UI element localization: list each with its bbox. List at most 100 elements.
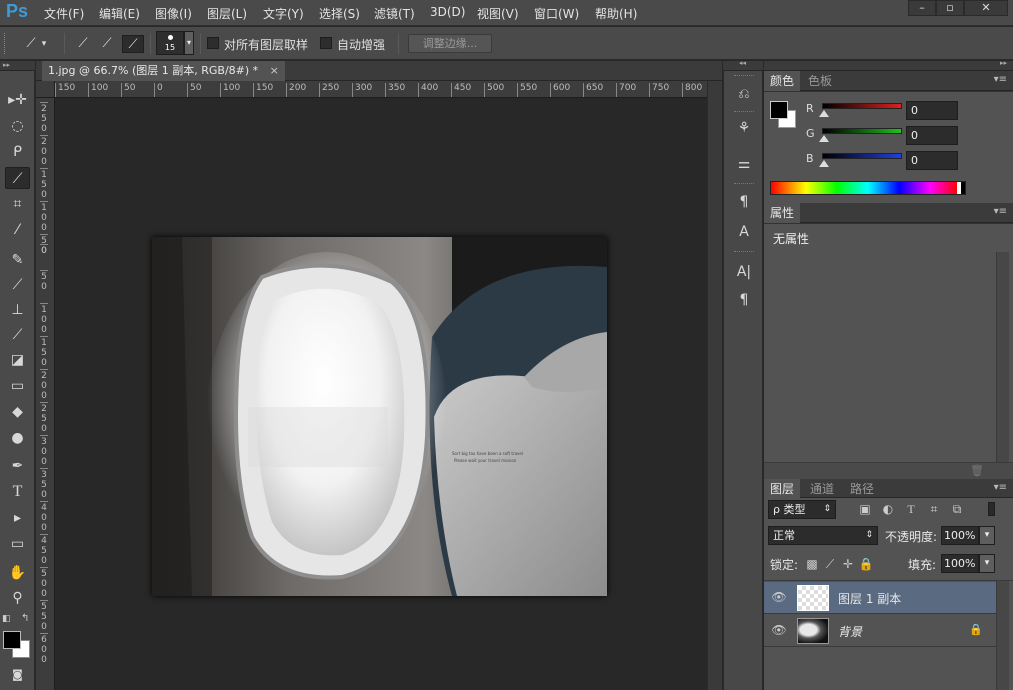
ruler-origin[interactable]: [36, 81, 55, 98]
dodge-tool-icon[interactable]: ●: [5, 427, 30, 449]
menu-filter[interactable]: 滤镜(T): [374, 5, 415, 22]
tab-layers[interactable]: 图层: [764, 479, 801, 498]
character-panel-icon[interactable]: A|: [732, 261, 756, 283]
red-slider-thumb[interactable]: [819, 110, 829, 117]
green-slider-thumb[interactable]: [819, 135, 829, 142]
add-to-selection-brush-icon[interactable]: ⟋: [96, 35, 118, 53]
default-colors-icon[interactable]: ◧: [2, 614, 11, 624]
fill-field[interactable]: 100%: [941, 554, 979, 573]
auto-enhance-checkbox[interactable]: [320, 37, 332, 49]
refine-edge-button[interactable]: 调整边缘...: [408, 34, 492, 53]
lock-position-icon[interactable]: ✛: [840, 556, 856, 572]
properties-panel-menu-icon[interactable]: ▾≡: [994, 206, 1007, 217]
marquee-tool-icon[interactable]: ◌: [5, 115, 30, 137]
swap-colors-icon[interactable]: ↰: [21, 613, 29, 624]
brush-picker[interactable]: 15: [156, 31, 184, 55]
foreground-color-swatch[interactable]: [3, 631, 21, 649]
eyedropper-tool-icon[interactable]: ⁄: [5, 219, 30, 241]
menu-file[interactable]: 文件(F): [44, 5, 84, 22]
layer-visibility-eye-icon[interactable]: 👁: [771, 623, 787, 639]
opacity-field[interactable]: 100%: [941, 526, 979, 545]
layer-visibility-eye-icon[interactable]: 👁: [771, 590, 787, 606]
layer-name[interactable]: 背景: [838, 623, 862, 640]
layers-panel-menu-icon[interactable]: ▾≡: [994, 482, 1007, 493]
document-tab[interactable]: 1.jpg @ 66.7% (图层 1 副本, RGB/8#) * ×: [42, 61, 285, 81]
dock-collapse-bar[interactable]: ◂◂: [723, 59, 763, 71]
pixel-layer-filter-icon[interactable]: ▣: [857, 501, 873, 517]
tab-paths[interactable]: 路径: [844, 479, 880, 498]
adjustments-panel-icon[interactable]: ⚌: [732, 153, 756, 175]
lock-all-icon[interactable]: 🔒: [858, 556, 874, 572]
smart-object-filter-icon[interactable]: ⧉: [949, 501, 965, 517]
menu-select[interactable]: 选择(S): [319, 5, 360, 22]
color-foreground-swatch[interactable]: [770, 101, 788, 119]
gradient-tool-icon[interactable]: ▭: [5, 375, 30, 397]
blue-slider[interactable]: [822, 153, 902, 159]
tab-channels[interactable]: 通道: [804, 479, 840, 498]
layer-row[interactable]: 👁 背景 🔒: [764, 615, 996, 647]
character-styles-panel-icon[interactable]: A: [732, 221, 756, 243]
path-selection-tool-icon[interactable]: ▸: [5, 507, 30, 529]
paragraph-styles-panel-icon[interactable]: ¶: [732, 191, 756, 213]
history-brush-tool-icon[interactable]: ⟋: [5, 324, 30, 346]
lock-image-pixels-icon[interactable]: ⟋: [822, 556, 838, 572]
lock-transparent-pixels-icon[interactable]: ▩: [804, 556, 820, 572]
close-document-icon[interactable]: ×: [270, 64, 279, 77]
fill-dropdown-icon[interactable]: ▾: [979, 554, 995, 573]
history-panel-icon[interactable]: ⎌: [732, 83, 756, 105]
close-button[interactable]: ✕: [964, 0, 1008, 16]
quick-selection-tool-icon[interactable]: ⟋: [5, 167, 30, 189]
pen-tool-icon[interactable]: ✒: [5, 455, 30, 477]
clone-stamp-tool-icon[interactable]: ⊥: [5, 299, 30, 321]
eraser-tool-icon[interactable]: ◪: [5, 349, 30, 371]
dock-grip[interactable]: [734, 183, 754, 186]
sample-all-layers-checkbox[interactable]: [207, 37, 219, 49]
rectangle-tool-icon[interactable]: ▭: [5, 533, 30, 555]
restore-button[interactable]: ▫: [936, 0, 964, 16]
menu-image[interactable]: 图像(I): [155, 5, 192, 22]
green-slider[interactable]: [822, 128, 902, 134]
layer-filter-kind-select[interactable]: ρ 类型 ⇕: [768, 500, 836, 519]
layers-scrollbar[interactable]: [996, 581, 1009, 690]
color-panel-menu-icon[interactable]: ▾≡: [994, 74, 1007, 85]
properties-scrollbar[interactable]: [996, 252, 1009, 462]
zoom-tool-icon[interactable]: ⚲: [5, 587, 30, 609]
document-image[interactable]: Sort big tax have been a soft travel Ple…: [152, 237, 607, 596]
opacity-dropdown-icon[interactable]: ▾: [979, 526, 995, 545]
tools-collapse-icon[interactable]: ▸▸: [0, 61, 35, 71]
layer-name[interactable]: 图层 1 副本: [838, 590, 901, 607]
quick-mask-icon[interactable]: ◙: [5, 664, 30, 686]
menu-layer[interactable]: 图层(L): [207, 5, 247, 22]
tool-preset-dropdown-icon[interactable]: ▾: [38, 35, 50, 53]
menu-3d[interactable]: 3D(D): [430, 5, 465, 19]
lasso-tool-icon[interactable]: ᑭ: [5, 141, 30, 163]
green-value-field[interactable]: 0: [906, 126, 958, 145]
move-tool-icon[interactable]: ▸✛: [5, 89, 30, 111]
blue-slider-thumb[interactable]: [819, 160, 829, 167]
color-spectrum-bar[interactable]: [770, 181, 966, 195]
tool-presets-panel-icon[interactable]: ⚘: [732, 117, 756, 139]
brush-tool-icon[interactable]: ⟋: [5, 274, 30, 296]
trash-icon[interactable]: 🗑: [970, 464, 984, 477]
new-selection-brush-icon[interactable]: ⟋: [72, 35, 94, 53]
brush-dropdown-icon[interactable]: ▾: [184, 31, 194, 55]
type-tool-icon[interactable]: T: [5, 481, 30, 503]
layer-row[interactable]: 👁 图层 1 副本: [764, 582, 996, 614]
adjustment-layer-filter-icon[interactable]: ◐: [880, 501, 896, 517]
canvas-area[interactable]: Sort big tax have been a soft travel Ple…: [56, 99, 707, 690]
dock-grip[interactable]: [734, 75, 754, 78]
paragraph-panel-icon[interactable]: ¶: [732, 289, 756, 311]
vertical-scrollbar[interactable]: [707, 81, 722, 690]
blend-mode-select[interactable]: 正常 ⇕: [768, 526, 878, 545]
menu-help[interactable]: 帮助(H): [595, 5, 637, 22]
tab-swatches[interactable]: 色板: [802, 71, 838, 91]
blur-tool-icon[interactable]: ◆: [5, 401, 30, 423]
spot-healing-brush-icon[interactable]: ✎: [5, 249, 30, 271]
subtract-from-selection-brush-icon[interactable]: ⟋: [122, 35, 144, 53]
dock-collapse-icon[interactable]: ◂◂: [739, 59, 746, 67]
menu-window[interactable]: 窗口(W): [534, 5, 579, 22]
type-layer-filter-icon[interactable]: T: [903, 501, 919, 517]
menu-view[interactable]: 视图(V): [477, 5, 519, 22]
hand-tool-icon[interactable]: ✋: [5, 562, 30, 584]
tab-properties[interactable]: 属性: [764, 203, 801, 223]
